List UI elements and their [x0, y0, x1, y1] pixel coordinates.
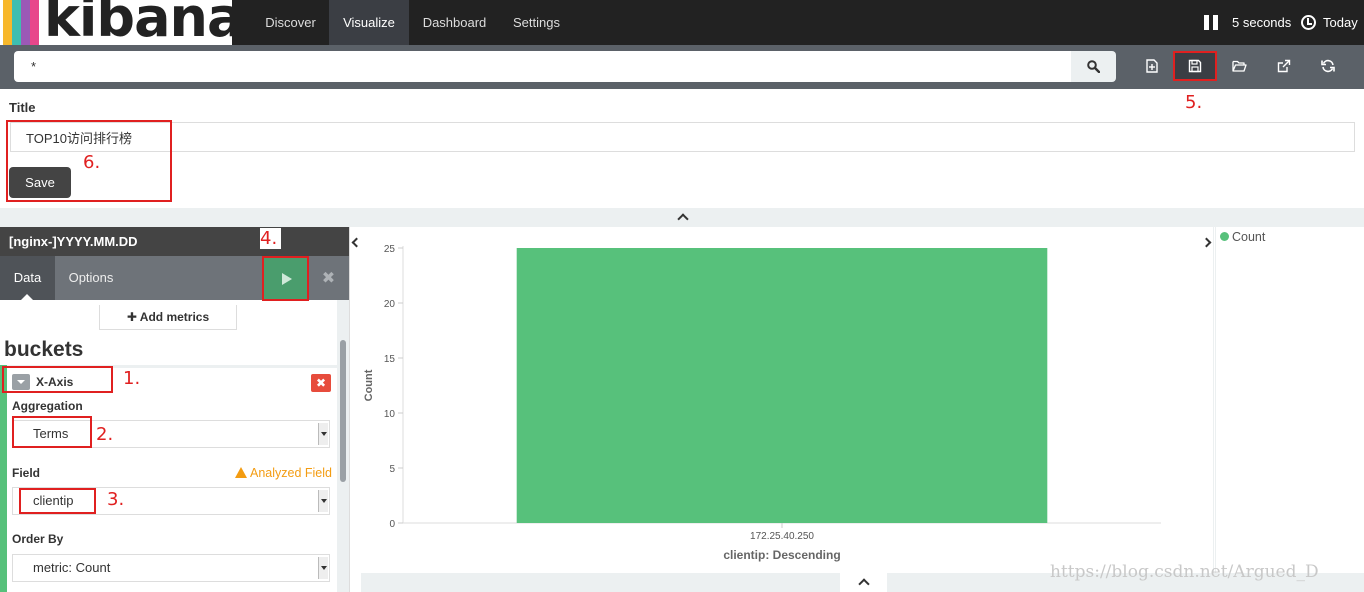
sidebar-scrollbar-thumb[interactable] [340, 340, 346, 482]
annotation-number-2: 2. [96, 424, 114, 445]
bucket-color-bar [0, 365, 7, 592]
y-tick-label: 25 [384, 244, 396, 255]
refresh-button[interactable] [1308, 52, 1348, 81]
logo-stripe [3, 0, 12, 45]
annotation-number-4: 4. [260, 228, 282, 249]
order-by-value: metric: Count [33, 560, 111, 575]
share-button[interactable] [1264, 52, 1304, 81]
title-label: Title [9, 100, 36, 115]
legend-divider [1215, 227, 1216, 573]
close-icon: ✖ [321, 270, 336, 287]
chevron-down-icon [318, 490, 328, 512]
analyzed-field-text: Analyzed Field [250, 466, 332, 480]
new-visualization-button[interactable] [1132, 52, 1172, 81]
annotation-box-2 [12, 416, 92, 448]
tab-data[interactable]: Data [0, 256, 55, 300]
order-by-label: Order By [12, 532, 64, 546]
watermark: https://blog.csdn.net/Argued_D [1050, 562, 1319, 582]
y-tick-label: 15 [384, 354, 396, 365]
discard-changes-button[interactable]: ✖ [308, 258, 349, 300]
nav-tab-discover[interactable]: Discover [252, 0, 329, 45]
new-visualization-icon [1146, 59, 1158, 73]
annotation-number-6: 6. [83, 152, 101, 173]
title-input[interactable] [10, 122, 1355, 152]
annotation-box-5 [1173, 51, 1217, 81]
open-visualization-button[interactable] [1219, 52, 1259, 81]
search-icon [1087, 60, 1100, 73]
share-icon [1277, 59, 1291, 73]
logo-stripe [12, 0, 21, 45]
search-button[interactable] [1071, 51, 1116, 82]
logo-text: kibana [44, 0, 232, 45]
nav-tab-visualize[interactable]: Visualize [329, 0, 409, 45]
chevron-down-icon [318, 423, 328, 445]
annotation-number-1: 1. [123, 368, 141, 389]
remove-bucket-button[interactable]: ✖ [311, 374, 331, 392]
nav-tab-dashboard[interactable]: Dashboard [409, 0, 500, 45]
analyzed-field-warning: Analyzed Field [235, 466, 332, 480]
index-pattern-name: [nginx-]YYYY.MM.DD [9, 234, 138, 249]
open-folder-icon [1232, 60, 1247, 72]
legend-entry-count[interactable]: Count [1232, 230, 1265, 244]
time-range[interactable]: Today [1323, 0, 1358, 45]
buckets-heading: buckets [4, 338, 84, 361]
add-metrics-label: Add metrics [139, 310, 210, 324]
spy-toggle-button[interactable] [840, 573, 887, 592]
chart-container: 0 5 10 15 20 25 Count 172.25.40.250 clientip: De… [361, 227, 1214, 573]
nav-tab-settings[interactable]: Settings [500, 0, 573, 45]
bar-chart: 0 5 10 15 20 25 Count 172.25.40.250 clientip: De… [363, 244, 1161, 562]
clock-icon[interactable] [1301, 15, 1316, 30]
y-tick-label: 20 [384, 299, 396, 310]
x-tick-label: 172.25.40.250 [750, 531, 814, 542]
y-tick-label: 0 [389, 519, 395, 530]
collapse-save-panel-bar[interactable] [0, 208, 1364, 227]
chevron-up-icon [677, 213, 689, 225]
tab-options[interactable]: Options [55, 256, 127, 300]
order-by-select[interactable]: metric: Count [12, 554, 330, 582]
y-tick-label: 10 [384, 409, 396, 420]
logo-stripe [21, 0, 30, 45]
add-metrics-button[interactable]: ✚ Add metrics [99, 305, 237, 330]
y-tick-label: 5 [389, 464, 395, 475]
annotation-number-3: 3. [107, 489, 125, 510]
chevron-down-icon [318, 557, 328, 579]
kibana-logo[interactable]: kibana [0, 0, 232, 45]
refresh-interval[interactable]: 5 seconds [1232, 0, 1291, 45]
annotation-number-5: 5. [1185, 92, 1203, 113]
annotation-box-4 [262, 256, 309, 301]
x-axis-label: clientip: Descending [723, 548, 840, 562]
chevron-up-icon [858, 578, 870, 590]
chart-bar [516, 248, 1048, 523]
y-axis-label: Count [363, 369, 375, 401]
kibana-visualize-app: kibana Discover Visualize Dashboard Sett… [0, 0, 1364, 592]
pause-icon[interactable] [1204, 15, 1218, 30]
search-input[interactable] [14, 51, 1072, 82]
field-label: Field [12, 466, 41, 480]
aggregation-label: Aggregation [12, 399, 83, 413]
annotation-box-1 [2, 366, 113, 393]
logo-stripe [30, 0, 39, 45]
sidebar-divider [349, 227, 361, 592]
close-icon: ✖ [315, 376, 327, 390]
legend-color-dot[interactable] [1220, 232, 1229, 241]
warning-icon [235, 467, 247, 478]
plus-icon: ✚ [126, 310, 137, 324]
annotation-box-3 [19, 488, 96, 514]
refresh-icon [1321, 59, 1335, 73]
